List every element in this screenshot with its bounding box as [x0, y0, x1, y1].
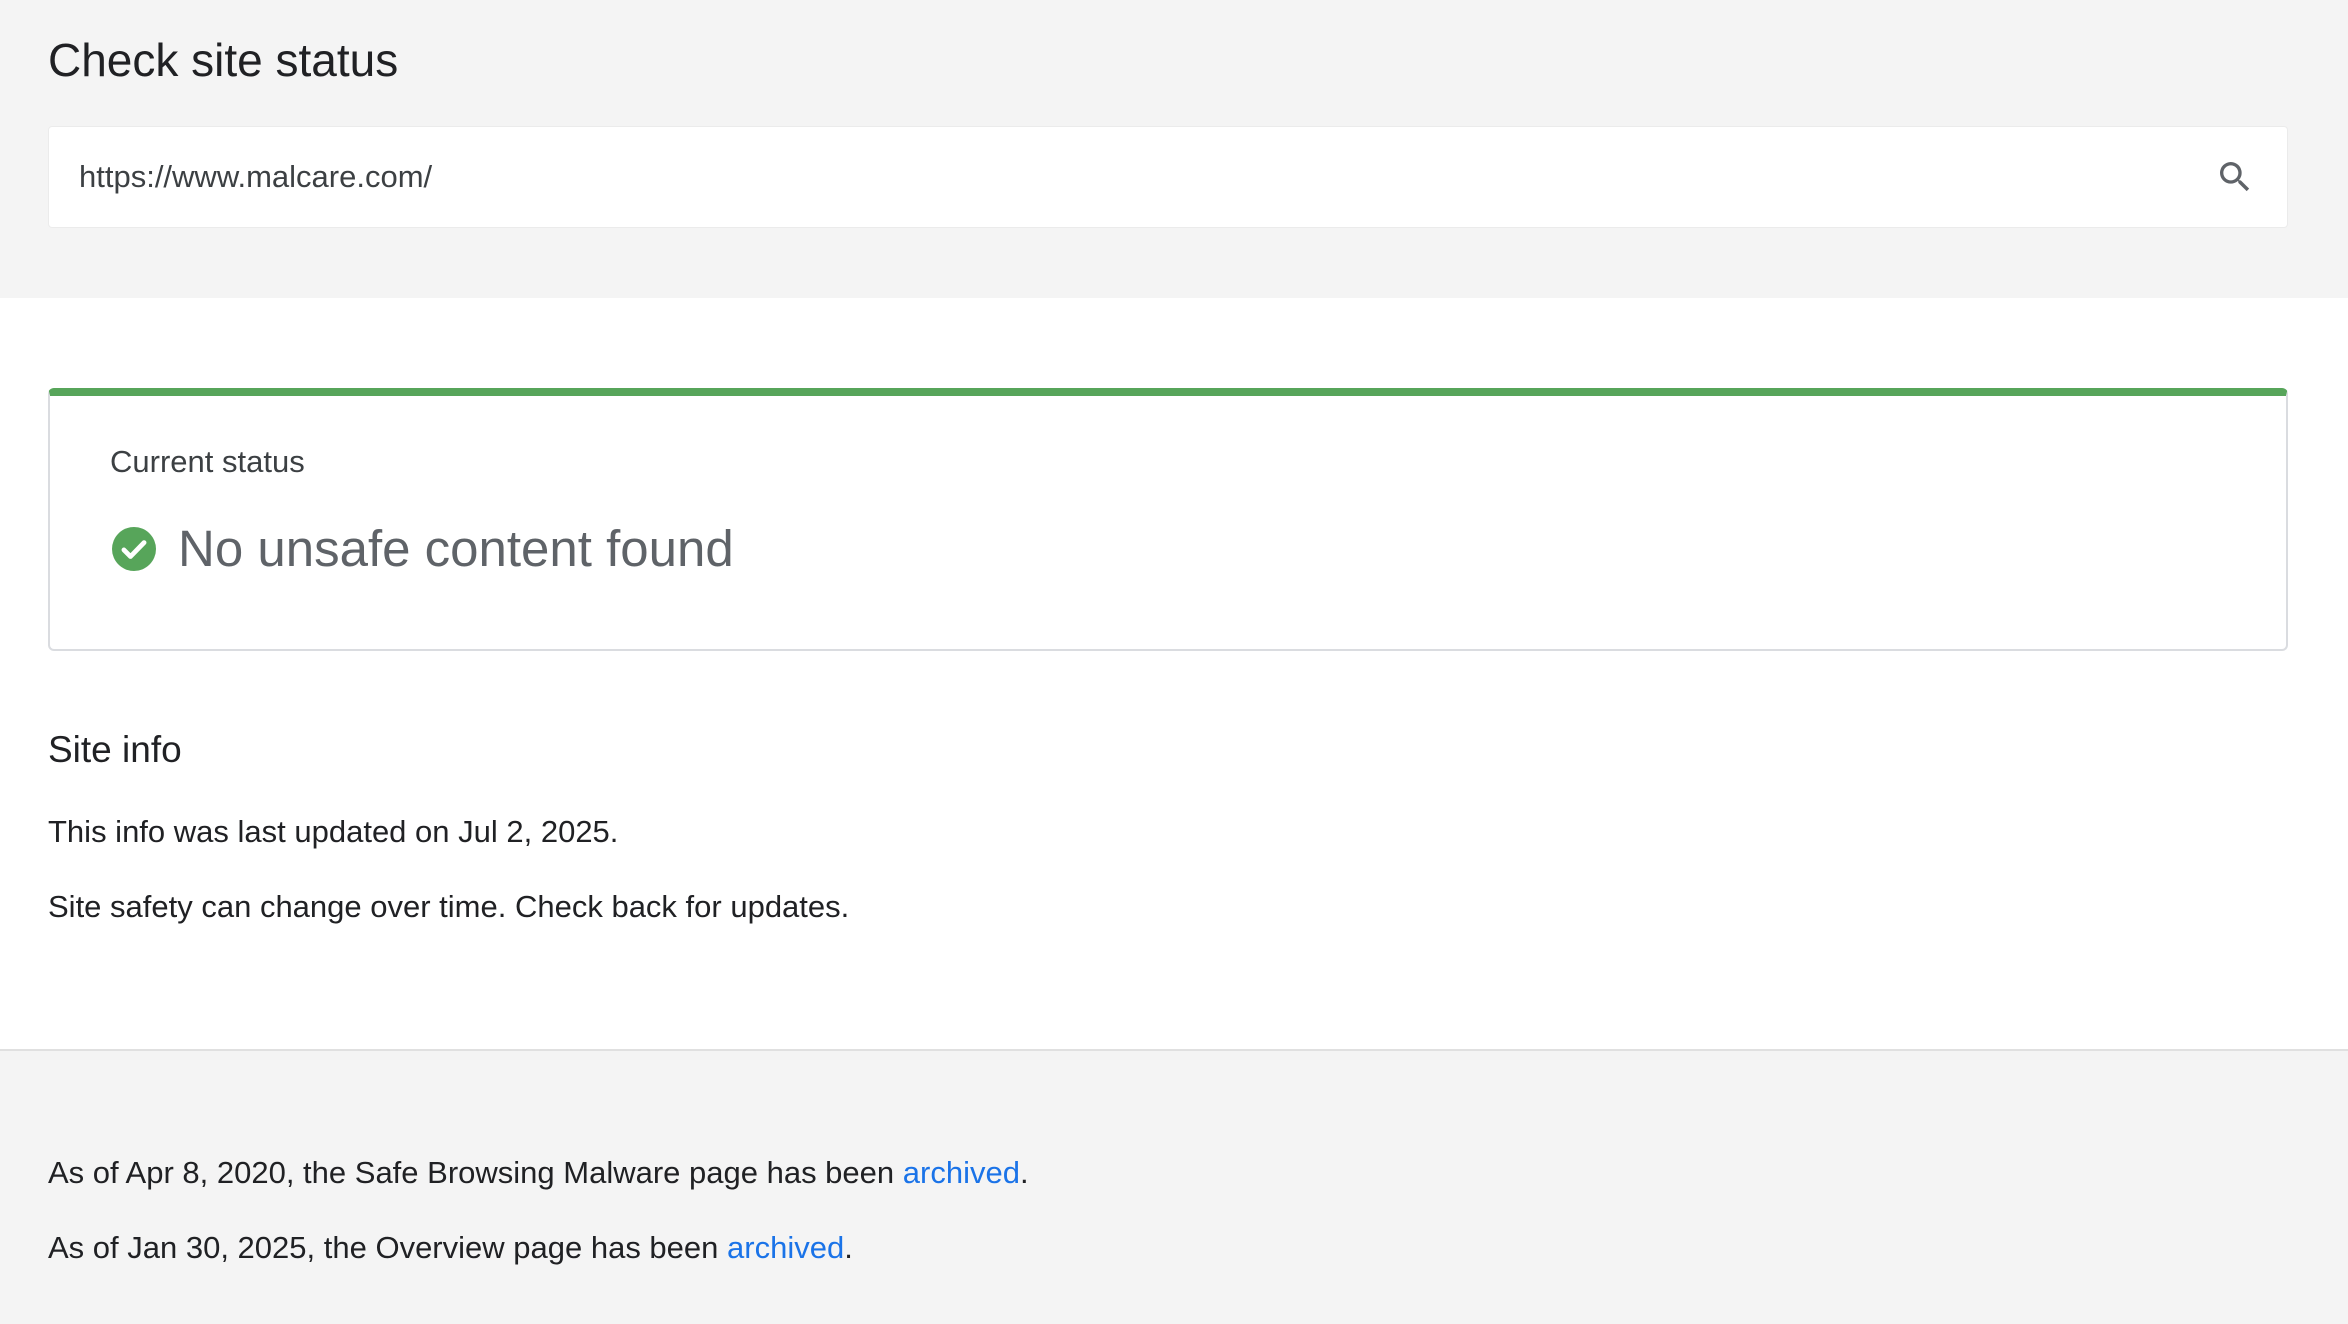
- status-text: No unsafe content found: [178, 520, 734, 577]
- footer-text: As of Jan 30, 2025, the Overview page ha…: [48, 1230, 728, 1265]
- footer-text-suffix: .: [1019, 1155, 1029, 1190]
- last-updated-text: This info was last updated on Jul 2, 202…: [48, 814, 619, 849]
- footer-text: As of Apr 8, 2020, the Safe Browsing Mal…: [48, 1155, 903, 1190]
- footer-text-suffix: .: [844, 1230, 853, 1265]
- status-label: Current status: [110, 444, 305, 479]
- status-card: Current status No unsafe content found: [48, 388, 2288, 651]
- footer-archive-note-malware: As of Apr 8, 2020, the Safe Browsing Mal…: [48, 1153, 1029, 1193]
- archived-link-malware[interactable]: archived: [903, 1155, 1020, 1190]
- safety-note-text: Site safety can change over time. Check …: [48, 889, 850, 924]
- page-title: Check site status: [48, 34, 399, 86]
- archived-link-overview[interactable]: archived: [727, 1230, 844, 1265]
- check-circle-icon: [112, 527, 156, 571]
- search-box: [48, 126, 2288, 228]
- search-input[interactable]: [79, 127, 2179, 227]
- footer: As of Apr 8, 2020, the Safe Browsing Mal…: [0, 1049, 2348, 1324]
- search-icon: [2220, 162, 2250, 192]
- footer-archive-note-overview: As of Jan 30, 2025, the Overview page ha…: [48, 1228, 853, 1268]
- search-header: Check site status: [0, 0, 2348, 298]
- site-info-title: Site info: [48, 729, 182, 770]
- search-button[interactable]: [2207, 149, 2263, 205]
